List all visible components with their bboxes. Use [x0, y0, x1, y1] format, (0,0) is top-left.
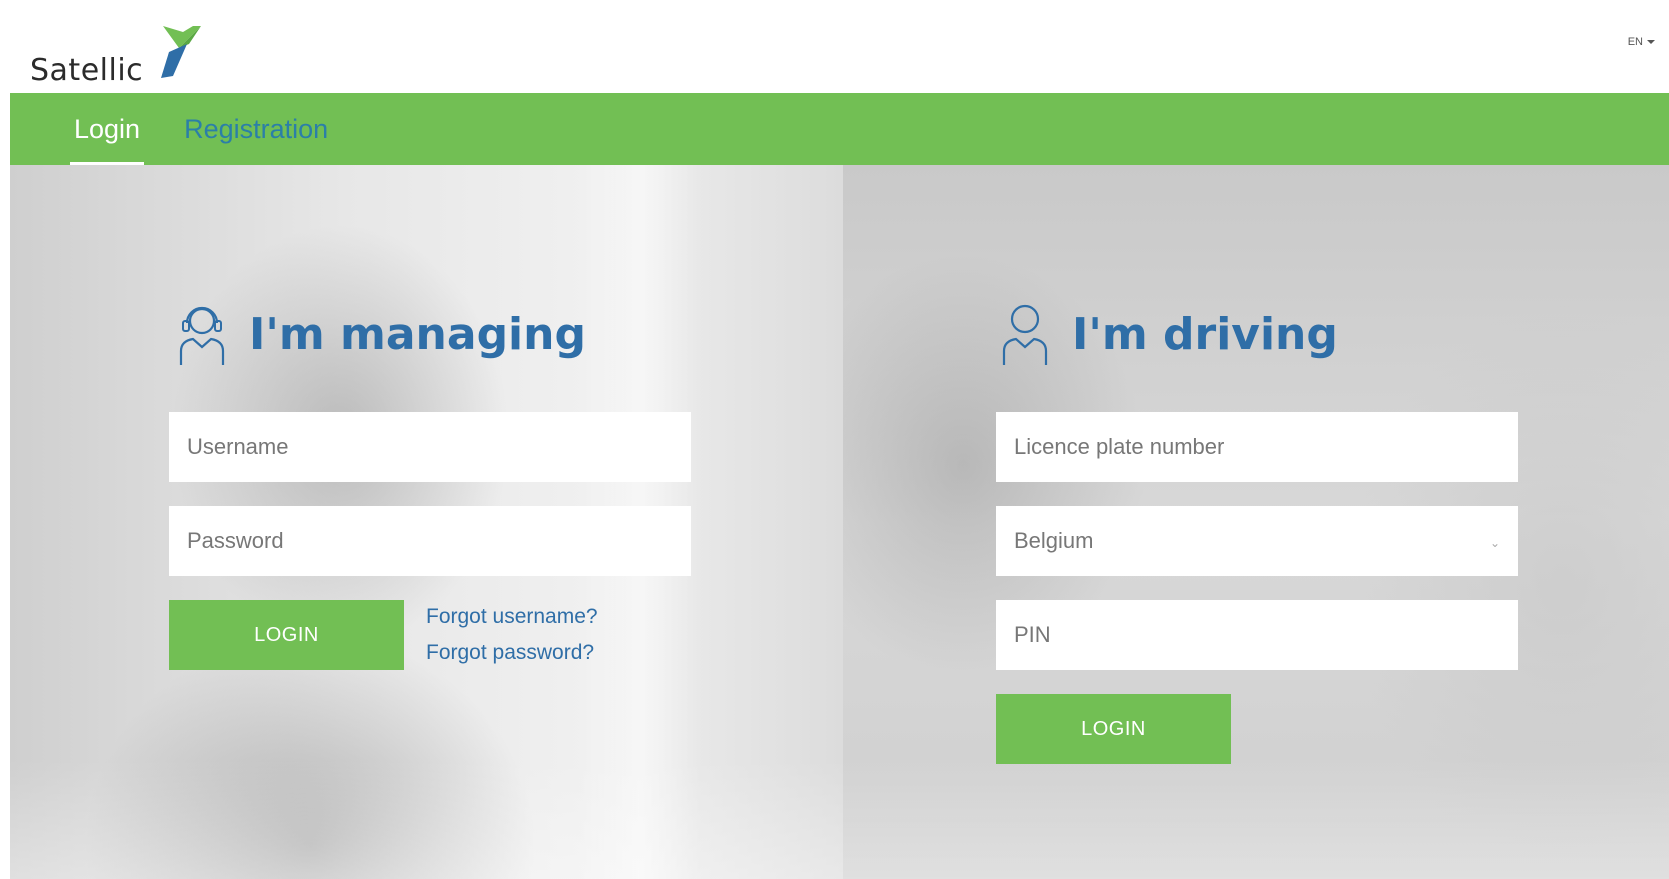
headset-user-icon: [179, 306, 225, 365]
driving-login-button[interactable]: LOGIN: [996, 694, 1231, 764]
tab-registration[interactable]: Registration: [180, 93, 332, 165]
tab-login[interactable]: Login: [70, 93, 145, 165]
caret-down-icon: [1647, 40, 1655, 44]
brand-name: Satellic: [30, 53, 144, 88]
main-nav: Login Registration: [10, 93, 1669, 165]
background-fade: [10, 759, 843, 879]
language-label: EN: [1627, 36, 1643, 48]
user-icon: [1002, 304, 1048, 365]
satellic-logo-mark-icon: [161, 26, 202, 78]
language-selector[interactable]: EN: [1628, 36, 1655, 48]
managing-title-group: I'm managing: [177, 301, 586, 367]
licence-plate-input[interactable]: [996, 412, 1518, 482]
managing-login-button[interactable]: LOGIN: [169, 600, 404, 670]
managing-title: I'm managing: [249, 308, 586, 360]
forgot-password-link[interactable]: Forgot password?: [426, 641, 594, 665]
driving-title: I'm driving: [1072, 308, 1338, 360]
country-select[interactable]: Belgium ⌄: [996, 506, 1518, 576]
background-fade: [843, 759, 1669, 879]
password-input[interactable]: [169, 506, 691, 576]
username-input[interactable]: [169, 412, 691, 482]
header: Satellic EN: [0, 0, 1669, 93]
pin-input[interactable]: [996, 600, 1518, 670]
satellic-logo[interactable]: Satellic: [30, 22, 207, 86]
chevron-down-icon: ⌄: [1489, 536, 1500, 550]
driving-panel: I'm driving Belgium ⌄ LOGIN: [843, 165, 1669, 879]
managing-panel: I'm managing LOGIN Forgot username? Forg…: [10, 165, 843, 879]
country-select-value: Belgium: [1014, 528, 1094, 553]
forgot-username-link[interactable]: Forgot username?: [426, 605, 598, 629]
driving-title-group: I'm driving: [1000, 301, 1338, 367]
